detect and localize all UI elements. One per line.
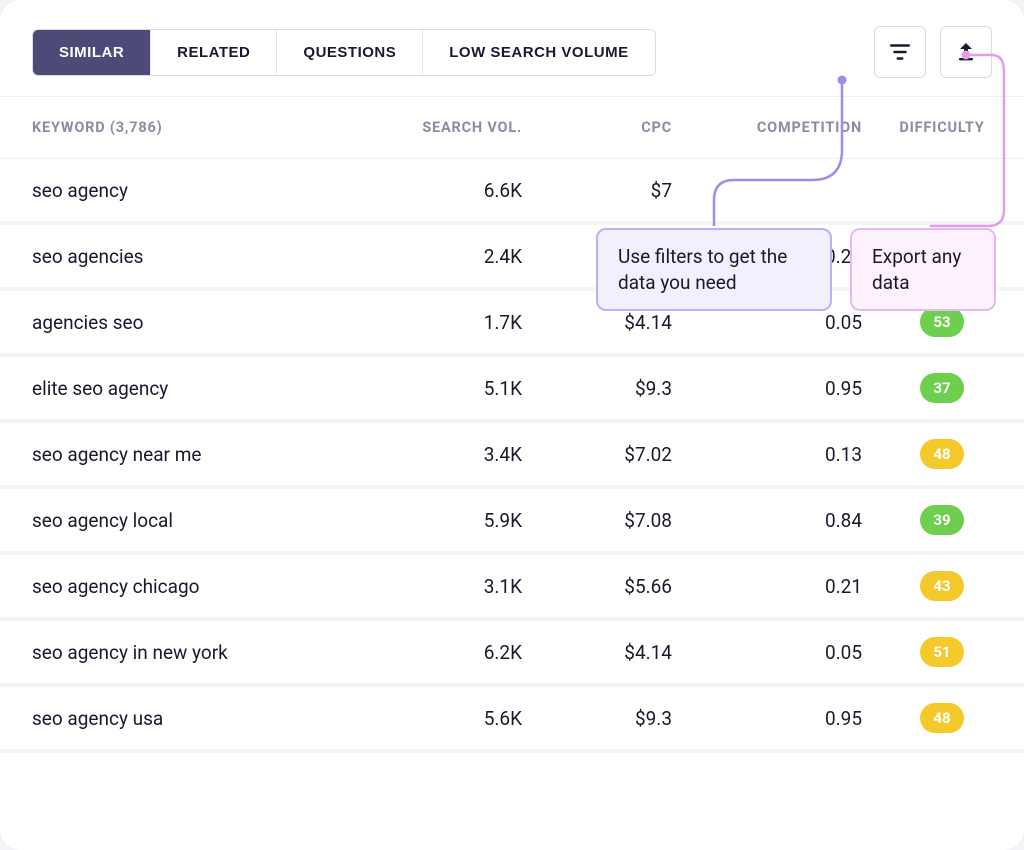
tab-group: SIMILAR RELATED QUESTIONS LOW SEARCH VOL… xyxy=(32,29,656,76)
col-search-vol[interactable]: SEARCH VOL. xyxy=(322,119,522,136)
cell-difficulty: 48 xyxy=(862,439,1022,469)
cell-search-vol: 2.4K xyxy=(322,245,522,268)
cell-keyword: seo agency local xyxy=(32,509,322,532)
table-row[interactable]: seo agency near me3.4K$7.020.13 48 xyxy=(0,423,1024,489)
cell-keyword: seo agency near me xyxy=(32,443,322,466)
cell-difficulty: 48 xyxy=(862,703,1022,733)
cell-keyword: seo agency usa xyxy=(32,707,322,730)
cell-cpc: $5.66 xyxy=(522,575,672,598)
difficulty-badge: 48 xyxy=(920,703,964,733)
table-row[interactable]: seo agency chicago3.1K$5.660.21 43 xyxy=(0,555,1024,621)
keyword-table: KEYWORD (3,786) SEARCH VOL. CPC COMPETIT… xyxy=(0,97,1024,753)
cell-keyword: agencies seo xyxy=(32,311,322,334)
cell-search-vol: 6.6K xyxy=(322,179,522,202)
cell-keyword: seo agency in new york xyxy=(32,641,322,664)
cell-keyword: seo agency xyxy=(32,179,322,202)
tab-questions[interactable]: QUESTIONS xyxy=(277,30,423,75)
cell-cpc: $7.02 xyxy=(522,443,672,466)
difficulty-badge: 51 xyxy=(920,637,964,667)
difficulty-badge: 43 xyxy=(920,571,964,601)
tab-low-search-volume[interactable]: LOW SEARCH VOLUME xyxy=(423,30,654,75)
cell-search-vol: 5.1K xyxy=(322,377,522,400)
cell-difficulty: 43 xyxy=(862,571,1022,601)
callout-export: Export any data xyxy=(850,228,996,311)
action-buttons xyxy=(874,26,992,78)
cell-search-vol: 1.7K xyxy=(322,311,522,334)
callout-filters: Use filters to get the data you need xyxy=(596,228,832,311)
cell-competition: 0.13 xyxy=(672,443,862,466)
cell-search-vol: 5.9K xyxy=(322,509,522,532)
col-competition[interactable]: COMPETITION xyxy=(672,119,862,136)
col-cpc[interactable]: CPC xyxy=(522,119,672,136)
cell-search-vol: 5.6K xyxy=(322,707,522,730)
cell-search-vol: 3.1K xyxy=(322,575,522,598)
cell-cpc: $4.14 xyxy=(522,641,672,664)
cell-keyword: seo agencies xyxy=(32,245,322,268)
cell-cpc: $4.14 xyxy=(522,311,672,334)
filter-button[interactable] xyxy=(874,26,926,78)
tab-related[interactable]: RELATED xyxy=(151,30,277,75)
export-icon xyxy=(954,40,978,64)
cell-keyword: seo agency chicago xyxy=(32,575,322,598)
cell-competition: 0.21 xyxy=(672,575,862,598)
cell-difficulty: 53 xyxy=(862,307,1022,337)
col-difficulty[interactable]: DIFFICULTY xyxy=(862,119,1022,136)
cell-competition: 0.05 xyxy=(672,641,862,664)
difficulty-badge: 53 xyxy=(920,307,964,337)
cell-cpc: $7.08 xyxy=(522,509,672,532)
difficulty-badge: 37 xyxy=(920,373,964,403)
cell-cpc: $9.3 xyxy=(522,377,672,400)
cell-competition: 0.84 xyxy=(672,509,862,532)
table-row[interactable]: elite seo agency5.1K$9.30.95 37 xyxy=(0,357,1024,423)
table-row[interactable]: seo agency usa5.6K$9.30.95 48 xyxy=(0,687,1024,753)
filter-icon xyxy=(887,39,913,65)
col-keyword[interactable]: KEYWORD (3,786) xyxy=(32,119,322,136)
cell-search-vol: 3.4K xyxy=(322,443,522,466)
cell-search-vol: 6.2K xyxy=(322,641,522,664)
difficulty-badge: 48 xyxy=(920,439,964,469)
cell-difficulty: 51 xyxy=(862,637,1022,667)
table-row[interactable]: seo agency local5.9K$7.080.84 39 xyxy=(0,489,1024,555)
cell-keyword: elite seo agency xyxy=(32,377,322,400)
keyword-research-panel: SIMILAR RELATED QUESTIONS LOW SEARCH VOL… xyxy=(0,0,1024,850)
cell-cpc: $7 xyxy=(522,179,672,202)
cell-competition: 0.05 xyxy=(672,311,862,334)
cell-cpc: $9.3 xyxy=(522,707,672,730)
table-header: KEYWORD (3,786) SEARCH VOL. CPC COMPETIT… xyxy=(0,97,1024,159)
tab-similar[interactable]: SIMILAR xyxy=(33,30,151,75)
table-row[interactable]: seo agency6.6K$7 xyxy=(0,159,1024,225)
cell-competition: 0.95 xyxy=(672,707,862,730)
export-button[interactable] xyxy=(940,26,992,78)
cell-difficulty: 37 xyxy=(862,373,1022,403)
table-row[interactable]: seo agency in new york6.2K$4.140.05 51 xyxy=(0,621,1024,687)
cell-difficulty: 39 xyxy=(862,505,1022,535)
top-bar: SIMILAR RELATED QUESTIONS LOW SEARCH VOL… xyxy=(0,26,1024,96)
cell-competition: 0.95 xyxy=(672,377,862,400)
difficulty-badge: 39 xyxy=(920,505,964,535)
